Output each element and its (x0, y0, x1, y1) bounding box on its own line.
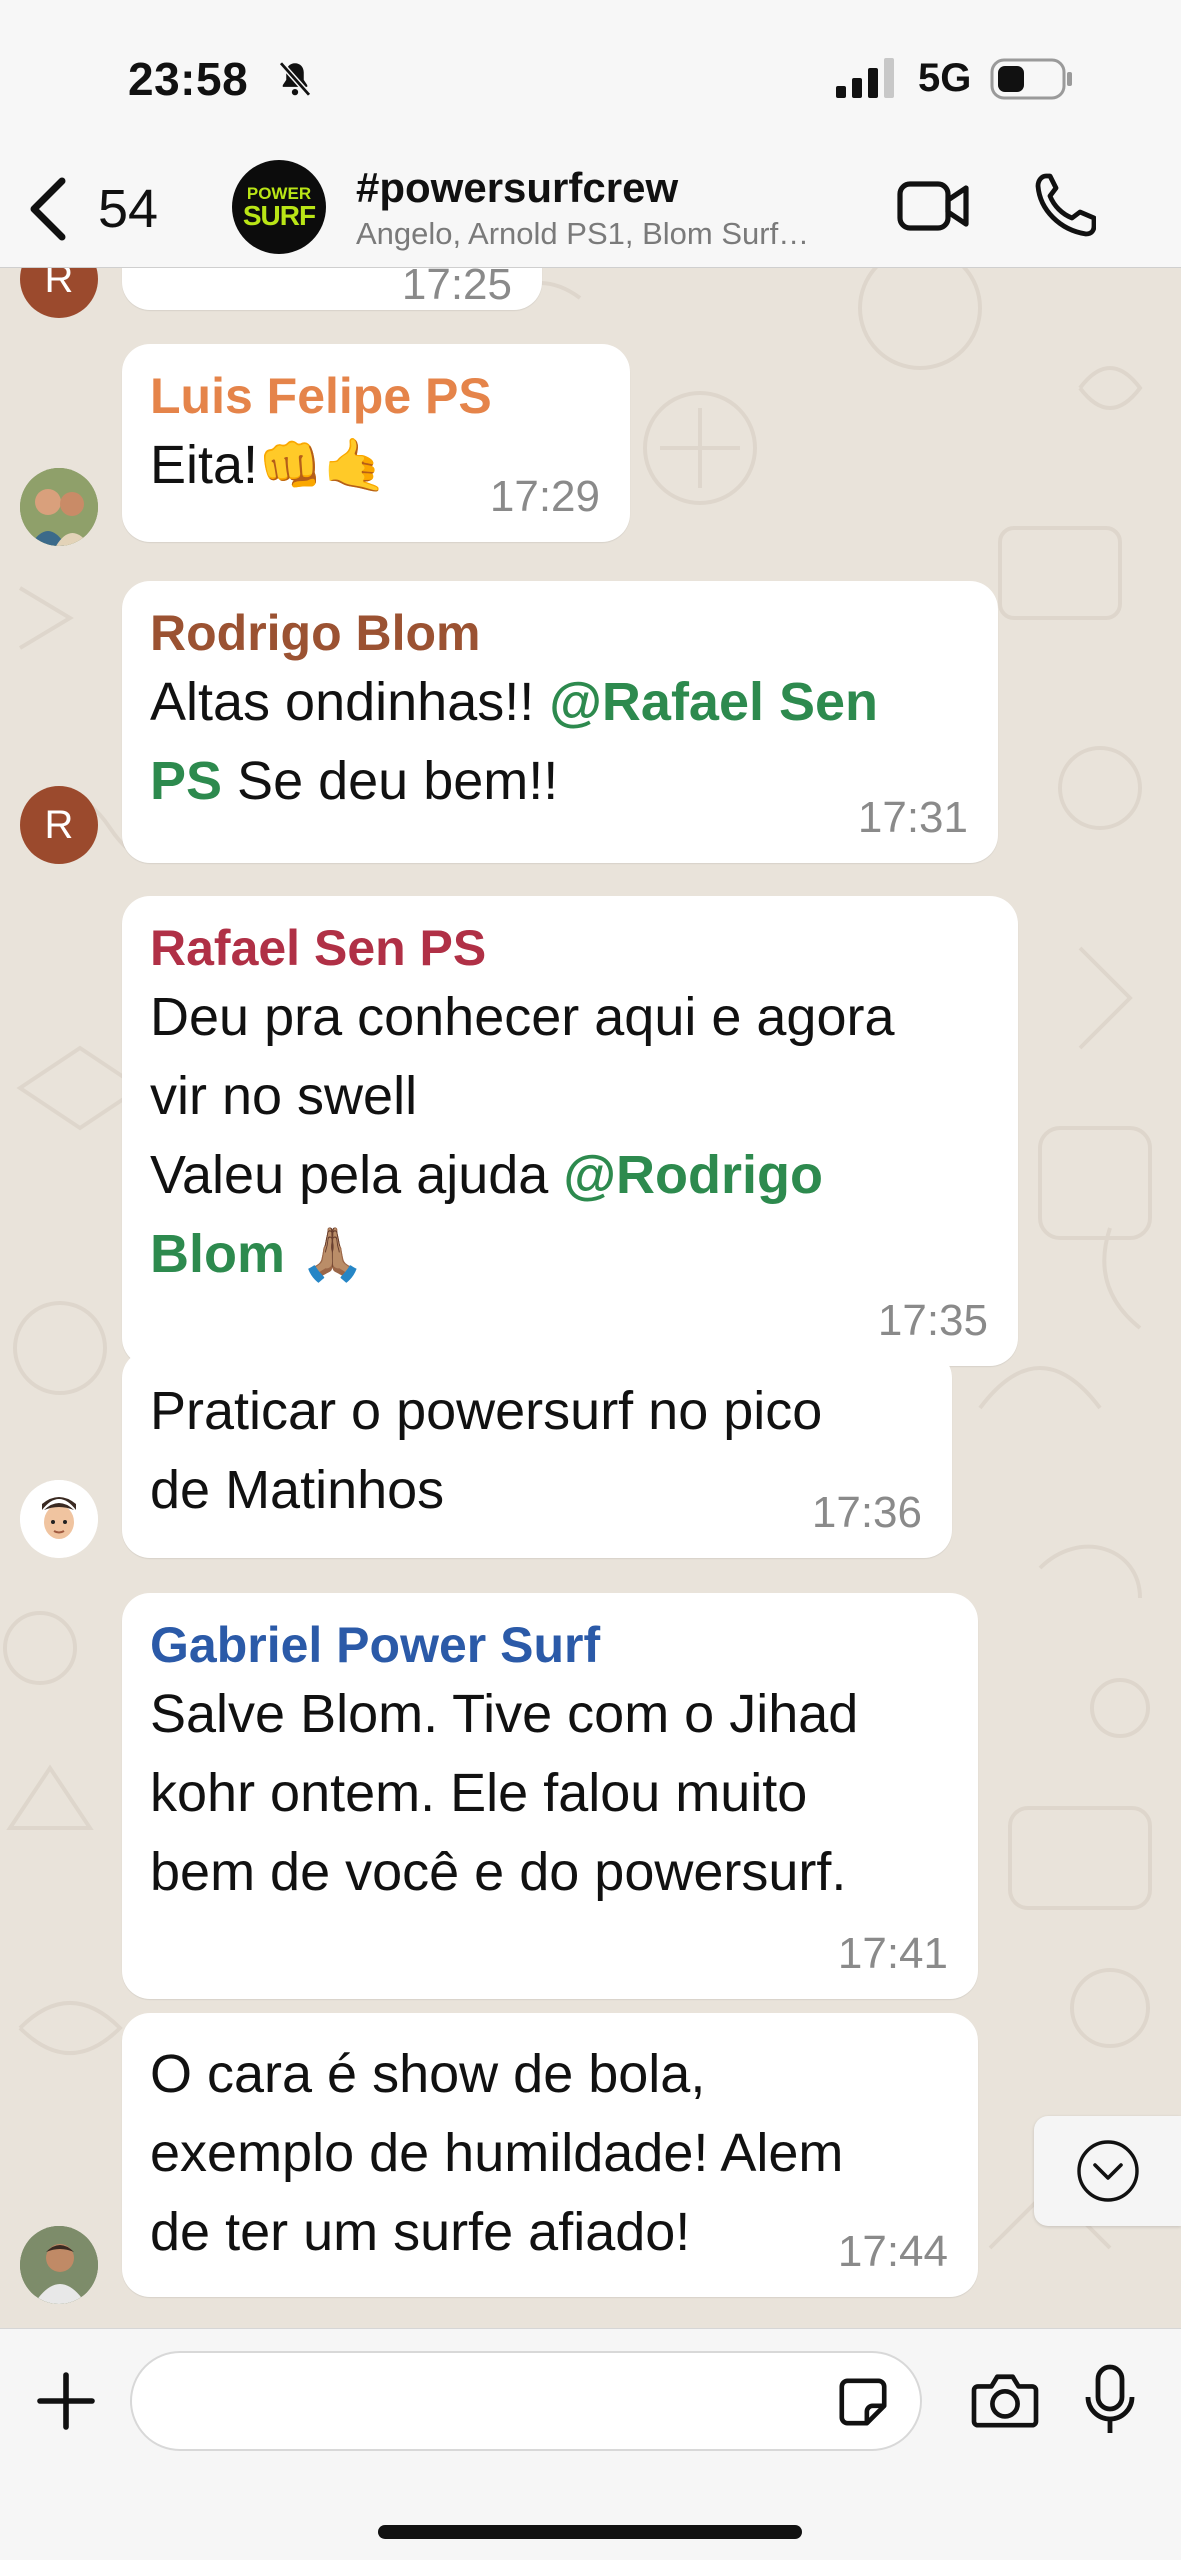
message-text: Salve Blom. Tive com o Jihad kohr ontem. … (150, 1675, 950, 1912)
avatar[interactable] (20, 468, 98, 546)
unread-count: 54 (98, 179, 159, 239)
chat-header: 54 POWER SURF #powersurfcrew Angelo, Arn… (0, 150, 1181, 268)
home-indicator (378, 2525, 802, 2539)
mention-link[interactable]: @Rodrigo (563, 1145, 823, 1205)
avatar-letter: R (44, 802, 74, 847)
avatar-logo-line2: SURF (242, 199, 316, 231)
battery-icon (990, 58, 1072, 100)
message-line: bem de você e do powersurf. (150, 1842, 847, 1902)
message-line: exemplo de humildade! Alem (150, 2123, 844, 2183)
message-bubble[interactable]: Rafael Sen PS Deu pra conhecer aqui e ag… (122, 896, 1018, 1366)
sender-name[interactable]: Rodrigo Blom (150, 603, 970, 663)
message-time: 17:29 (489, 472, 600, 521)
message-line: Valeu pela ajuda (150, 1145, 564, 1205)
mention-link[interactable]: @Rafael Sen (549, 672, 878, 732)
emoji-reaction: 🙏🏽 (300, 1226, 365, 1284)
network-type: 5G (918, 56, 972, 100)
message-time: 17:31 (857, 793, 968, 842)
chevron-down-circle-icon (1076, 2140, 1139, 2202)
sender-name[interactable]: Rafael Sen PS (150, 918, 990, 978)
message-text: Deu pra conhecer aqui e agora vir no swel… (150, 978, 990, 1295)
profile-photo-icon (20, 468, 98, 546)
message-line: de Matinhos (150, 1460, 445, 1520)
message-text-part: Se deu bem!! (222, 751, 559, 811)
message-text: Altas ondinhas!! @Rafael Sen PS Se deu be… (150, 663, 970, 821)
sticker-icon[interactable] (836, 2375, 890, 2429)
message-line: de ter um surfe afiado! (150, 2202, 691, 2262)
group-avatar[interactable]: POWER SURF (232, 160, 326, 254)
message-text-part: Eita! (150, 435, 259, 495)
message-time: 17:35 (877, 1296, 988, 1345)
composer-bar (0, 2328, 1181, 2560)
video-call-icon[interactable] (896, 172, 972, 240)
memoji-icon (20, 1480, 98, 1558)
plus-icon[interactable] (34, 2369, 98, 2433)
message-time: 17:41 (837, 1929, 948, 1978)
phone-icon[interactable] (1032, 170, 1096, 240)
status-bar: 23:58 5G (0, 0, 1181, 150)
message-time: 17:36 (811, 1488, 922, 1537)
bell-off-icon (278, 61, 312, 97)
group-members[interactable]: Angelo, Arnold PS1, Blom Surf… (356, 216, 809, 252)
avatar[interactable]: R (20, 786, 98, 864)
message-bubble[interactable]: Rodrigo Blom Altas ondinhas!! @Rafael Se… (122, 581, 998, 863)
message-line: Deu pra conhecer aqui e agora (150, 987, 895, 1047)
message-line: Salve Blom. Tive com o Jihad (150, 1684, 859, 1744)
avatar-letter: R (44, 268, 74, 301)
emoji-reaction: 👊🤙 (258, 437, 388, 495)
message-input[interactable] (130, 2351, 922, 2451)
message-time: 17:44 (837, 2227, 948, 2276)
avatar[interactable] (20, 1480, 98, 1558)
message-text-part: Altas ondinhas!! (150, 672, 550, 732)
avatar[interactable] (20, 2226, 98, 2304)
sender-name[interactable]: Luis Felipe PS (150, 366, 602, 426)
message-time: 17:25 (401, 268, 512, 309)
message-line: kohr ontem. Ele falou muito (150, 1763, 808, 1823)
profile-photo-icon (20, 2226, 98, 2304)
status-time: 23:58 (128, 53, 249, 105)
mention-link[interactable]: PS (150, 751, 222, 811)
sender-name[interactable]: Gabriel Power Surf (150, 1615, 950, 1675)
mention-link[interactable]: Blom (150, 1224, 285, 1284)
chevron-left-icon (30, 177, 66, 241)
avatar-logo-line1: POWER (246, 183, 312, 203)
scroll-to-bottom-button[interactable] (1034, 2116, 1181, 2226)
message-list[interactable]: 17:25 R Luis Felipe PS Eita!👊🤙 17:29 Rod… (0, 268, 1181, 2328)
message-text: O cara é show de bola, exemplo de humilda… (150, 2035, 950, 2272)
message-bubble[interactable]: 17:25 (122, 268, 542, 310)
message-bubble[interactable]: Gabriel Power Surf Salve Blom. Tive com … (122, 1593, 978, 1999)
message-line: Praticar o powersurf no pico (150, 1381, 823, 1441)
camera-icon[interactable] (970, 2369, 1040, 2431)
group-title[interactable]: #powersurfcrew (356, 164, 678, 212)
message-line: O cara é show de bola, (150, 2044, 706, 2104)
message-text: Praticar o powersurf no pico de Matinhos (150, 1372, 924, 1530)
message-bubble[interactable]: Praticar o powersurf no pico de Matinhos … (122, 1350, 952, 1558)
message-bubble[interactable]: O cara é show de bola, exemplo de humilda… (122, 2013, 978, 2297)
back-button[interactable]: 54 (26, 170, 186, 248)
message-bubble[interactable]: Luis Felipe PS Eita!👊🤙 17:29 (122, 344, 630, 542)
signal-icon (836, 58, 894, 98)
microphone-icon[interactable] (1084, 2363, 1136, 2437)
message-line: vir no swell (150, 1066, 418, 1126)
